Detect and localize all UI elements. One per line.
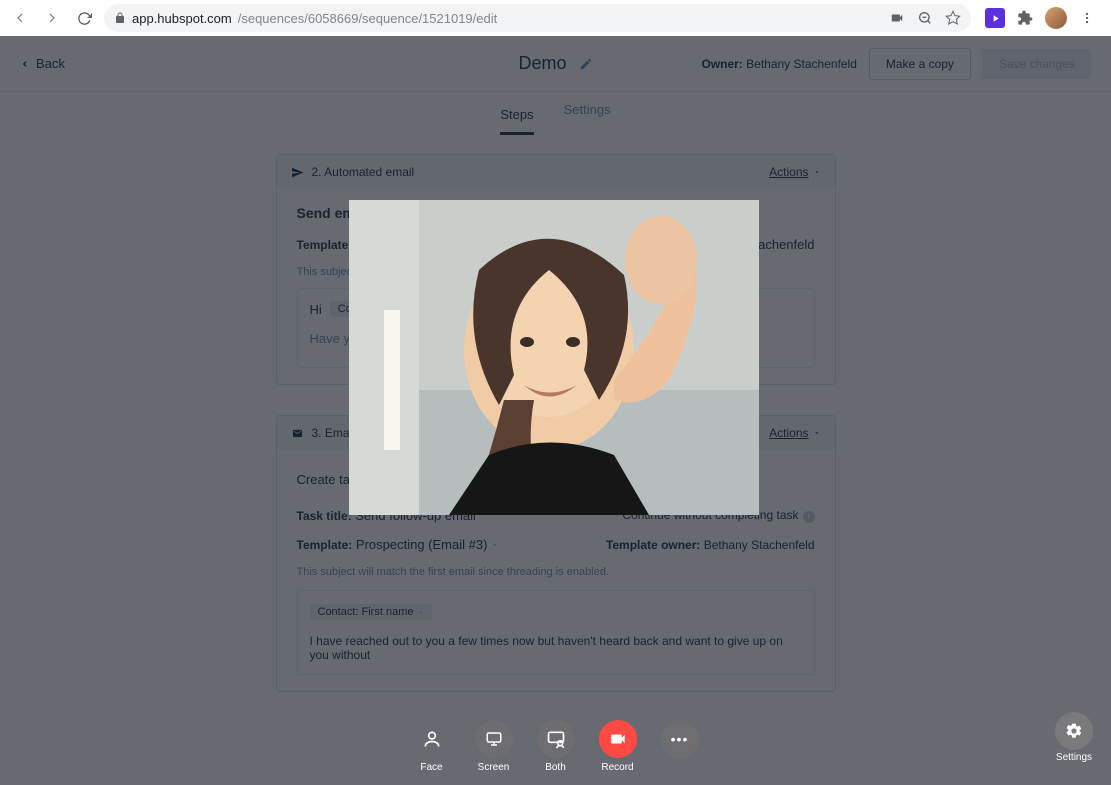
extensions-puzzle-icon[interactable] xyxy=(1015,8,1035,28)
nav-reload-icon[interactable] xyxy=(72,6,96,30)
extensions-area xyxy=(979,7,1103,29)
camera-preview xyxy=(349,200,759,515)
screen-label: Screen xyxy=(478,762,510,773)
both-mode-button[interactable] xyxy=(537,720,575,758)
gear-icon xyxy=(1065,722,1083,740)
face-label: Face xyxy=(420,762,442,773)
camera-permission-icon[interactable] xyxy=(889,11,905,25)
more-options-button[interactable]: ••• xyxy=(661,720,699,758)
browser-menu-icon[interactable] xyxy=(1077,8,1097,28)
monitor-icon xyxy=(485,730,503,748)
face-mode-button[interactable] xyxy=(413,720,451,758)
url-host: app.hubspot.com xyxy=(132,11,232,26)
star-icon[interactable] xyxy=(945,10,961,26)
record-button[interactable] xyxy=(599,720,637,758)
profile-avatar[interactable] xyxy=(1045,7,1067,29)
settings-label: Settings xyxy=(1056,752,1092,763)
screen-mode-button[interactable] xyxy=(475,720,513,758)
browser-chrome-bar: app.hubspot.com/sequences/6058669/sequen… xyxy=(0,0,1111,36)
video-camera-icon xyxy=(609,730,627,748)
recorder-toolbar: Face Screen Both Record ••• xyxy=(413,720,699,773)
zoom-icon[interactable] xyxy=(917,10,933,26)
sendspark-extension-icon[interactable] xyxy=(985,8,1005,28)
person-icon xyxy=(422,729,442,749)
nav-back-icon[interactable] xyxy=(8,6,32,30)
url-bar[interactable]: app.hubspot.com/sequences/6058669/sequen… xyxy=(104,4,971,32)
both-label: Both xyxy=(545,762,566,773)
recorder-settings-fab[interactable]: Settings xyxy=(1055,712,1093,763)
record-label: Record xyxy=(601,762,633,773)
monitor-person-icon xyxy=(546,729,566,749)
lock-icon xyxy=(114,12,126,24)
url-path: /sequences/6058669/sequence/1521019/edit xyxy=(238,11,498,26)
nav-forward-icon[interactable] xyxy=(40,6,64,30)
